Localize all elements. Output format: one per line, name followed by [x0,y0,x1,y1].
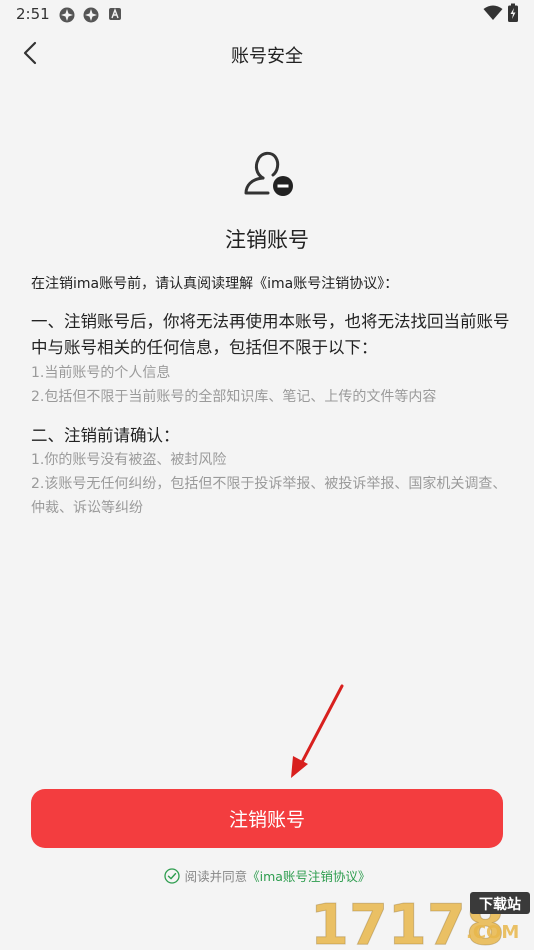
top-navigation-bar: 账号安全 [0,28,534,78]
battery-icon [508,3,518,22]
list-item: 1.当前账号的个人信息 [31,365,171,381]
deactivate-account-button[interactable]: 注销账号 [31,789,503,848]
agreement-link[interactable]: 《ima账号注销协议》 [247,866,370,885]
deactivate-heading: 注销账号 [225,228,309,252]
wifi-icon [483,5,503,20]
site-watermark-logo: 17178 下载站 .COM [310,892,530,948]
agree-text: 阅读并同意 [184,869,248,884]
list-item: 2.该账号无任何纠纷，包括但不限于投诉举报、被投诉举报、国家机关调查、仲裁、诉讼… [31,476,507,516]
list-item: 1.你的账号没有被盗、被封风险 [31,452,227,468]
status-bar: 2:51 [0,0,534,28]
intro-text: 在注销ima账号前，请认真阅读理解《ima账号注销协议》： [31,276,399,292]
app-notification-icon [83,7,99,23]
app-notification-icon [59,7,75,23]
svg-text:.COM: .COM [466,922,519,943]
list-item: 2.包括但不限于当前账号的全部知识库、笔记、上传的文件等内容 [31,389,437,405]
status-time: 2:51 [16,5,50,23]
section-2-title: 二、注销前请确认： [31,426,180,445]
annotation-arrow-icon [291,684,344,778]
keyboard-notification-icon [109,8,121,20]
svg-text:下载站: 下载站 [479,896,521,913]
agreement-row: 阅读并同意 《ima账号注销协议》 [0,866,534,885]
user-remove-icon [244,151,293,196]
section-1-title: 一、注销账号后，你将无法再使用本账号，也将无法找回当前账号中与账号相关的任何信息… [31,312,510,357]
page-title: 账号安全 [231,46,303,67]
check-circle-icon[interactable] [163,867,180,884]
